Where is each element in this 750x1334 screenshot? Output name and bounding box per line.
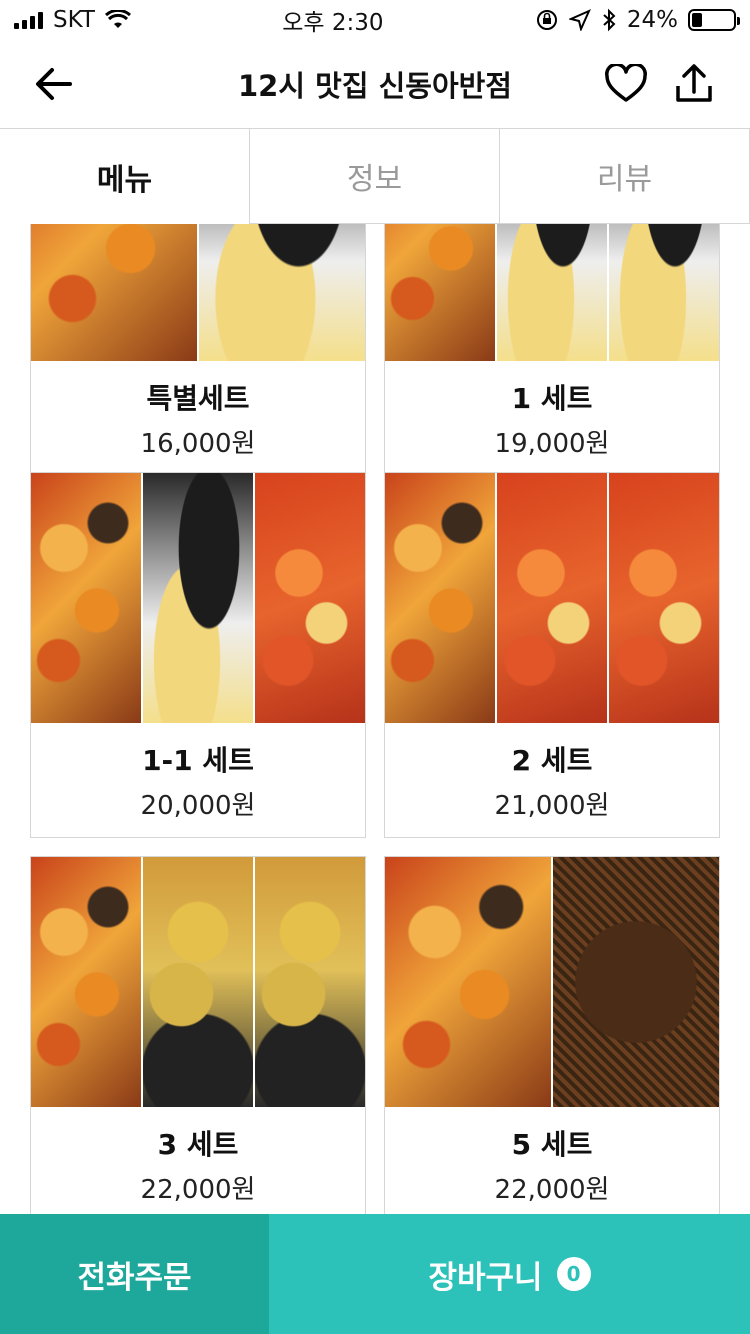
menu-image — [31, 224, 365, 361]
app-header: 12시 맛집 신동아반점 — [0, 40, 750, 128]
page-title: 12시 맛집 신동아반점 — [238, 69, 512, 103]
battery-level — [691, 13, 702, 27]
cart-button[interactable]: 장바구니 0 — [269, 1214, 750, 1334]
signal-icon — [14, 11, 43, 29]
battery-percent: 24% — [626, 7, 678, 33]
menu-card[interactable]: 5 세트 22,000원 — [384, 856, 720, 1214]
menu-image — [385, 473, 719, 723]
cart-label: 장바구니 — [428, 1259, 543, 1296]
menu-price: 20,000원 — [140, 790, 256, 821]
carrier-label: SKT — [53, 7, 95, 33]
tab-reviews[interactable]: 리뷰 — [499, 129, 750, 224]
cart-count-badge: 0 — [556, 1257, 591, 1291]
wifi-icon — [104, 10, 131, 28]
menu-image — [385, 857, 719, 1107]
menu-card[interactable]: 특별세트 16,000원 — [30, 224, 366, 476]
status-time: 오후 2:30 — [282, 10, 384, 36]
bluetooth-icon — [603, 8, 616, 32]
menu-price: 16,000원 — [140, 428, 256, 459]
heart-icon[interactable] — [604, 64, 648, 104]
battery-icon — [687, 9, 740, 31]
status-bar: SKT 오후 2:30 24% — [0, 0, 750, 40]
tab-menu[interactable]: 메뉴 — [0, 129, 249, 224]
menu-price: 22,000원 — [140, 1174, 256, 1205]
bottom-action-bar: 전화주문 장바구니 0 — [0, 1214, 750, 1334]
menu-card[interactable]: 1-1 세트 20,000원 — [30, 472, 366, 838]
menu-image — [31, 857, 365, 1107]
tab-bar: 메뉴 정보 리뷰 — [0, 128, 750, 224]
menu-card[interactable]: 2 세트 21,000원 — [384, 472, 720, 838]
tab-info[interactable]: 정보 — [249, 129, 499, 224]
rotation-lock-icon — [536, 10, 557, 30]
menu-name: 2 세트 — [511, 743, 593, 777]
menu-name: 1-1 세트 — [142, 743, 254, 777]
menu-price: 21,000원 — [494, 790, 610, 821]
menu-image — [31, 473, 365, 723]
menu-image — [385, 224, 719, 361]
menu-price: 22,000원 — [494, 1174, 610, 1205]
back-arrow-icon[interactable] — [32, 64, 76, 104]
menu-name: 5 세트 — [511, 1127, 593, 1161]
menu-name: 1 세트 — [511, 381, 593, 415]
menu-grid: 특별세트 16,000원 1 세트 19,000원 1-1 세트 20,000원… — [0, 224, 750, 1214]
menu-name: 3 세트 — [157, 1127, 239, 1161]
phone-order-button[interactable]: 전화주문 — [0, 1214, 269, 1334]
menu-price: 19,000원 — [494, 428, 610, 459]
share-icon[interactable] — [672, 62, 716, 106]
menu-name: 특별세트 — [146, 381, 250, 415]
location-icon — [568, 9, 591, 31]
menu-card[interactable]: 1 세트 19,000원 — [384, 224, 720, 476]
menu-card[interactable]: 3 세트 22,000원 — [30, 856, 366, 1214]
